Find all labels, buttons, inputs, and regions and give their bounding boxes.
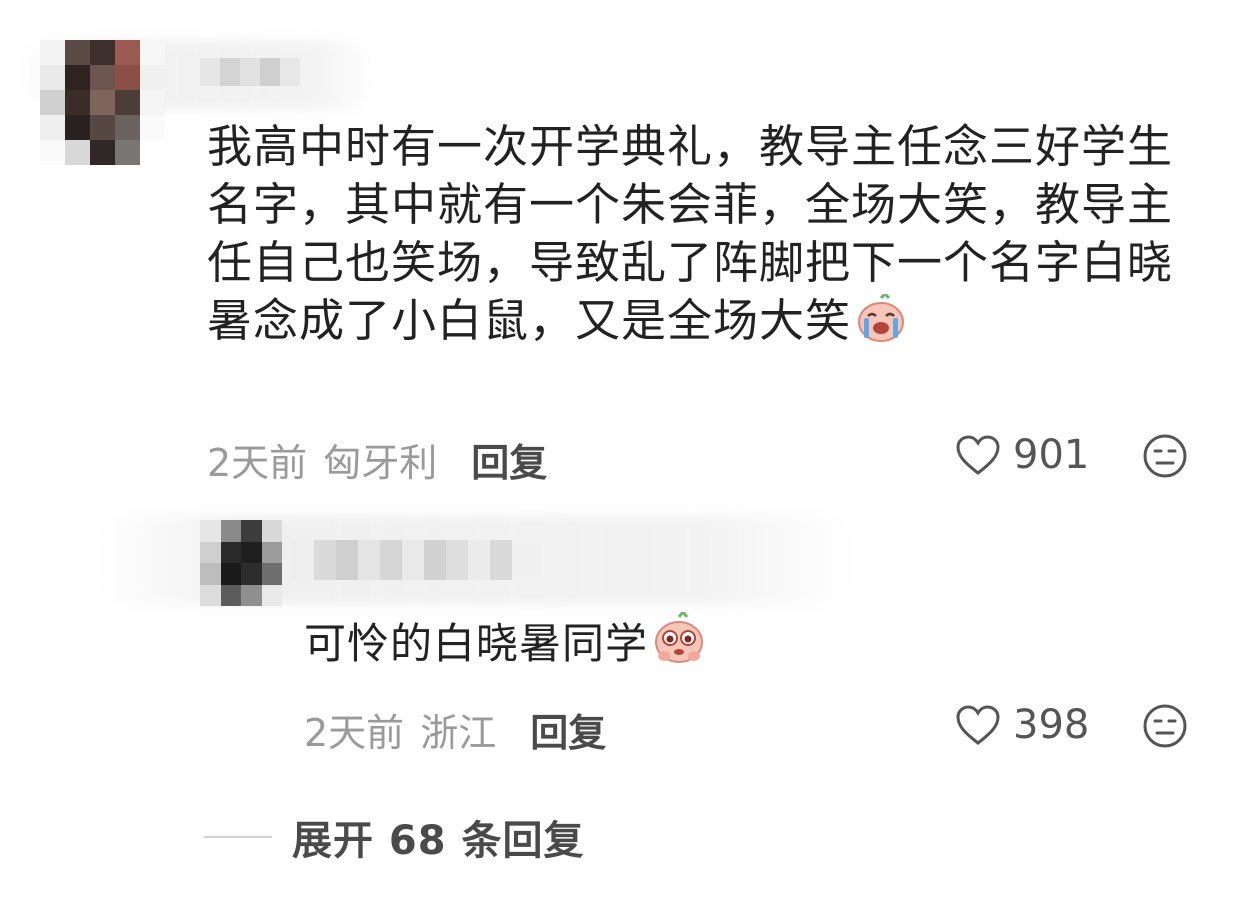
reply-dislike-button[interactable] xyxy=(1142,703,1188,753)
reply-location: 浙江 xyxy=(420,711,497,755)
like-count: 901 xyxy=(1013,432,1090,478)
reply-reply-button[interactable]: 回复 xyxy=(530,702,606,757)
expand-replies-button[interactable]: 展开 68 条回复 xyxy=(204,808,585,866)
reply-button[interactable]: 回复 xyxy=(471,432,547,487)
reply-username[interactable] xyxy=(292,540,542,580)
avatar[interactable] xyxy=(40,40,165,165)
meh-face-icon xyxy=(1143,704,1187,748)
laugh-crying-emoji xyxy=(855,291,907,356)
comment-meta: 2天前 匈牙利 回复 xyxy=(207,432,547,487)
dislike-button[interactable] xyxy=(1142,433,1188,483)
comment-body: 我高中时有一次开学典礼，教导主任念三好学生名字，其中就有一个朱会菲，全场大笑，教… xyxy=(207,118,1207,356)
reply-time: 2天前 xyxy=(304,711,405,755)
comment-location: 匈牙利 xyxy=(323,441,438,485)
comment-time: 2天前 xyxy=(207,441,308,485)
heart-icon xyxy=(956,705,1000,745)
reply-like-count: 398 xyxy=(1013,702,1090,748)
teary-eyed-emoji xyxy=(652,609,706,679)
meh-face-icon xyxy=(1143,434,1187,478)
reply-body: 可怜的白晓暑同学 xyxy=(304,609,706,679)
reply-meta: 2天前 浙江 回复 xyxy=(304,702,606,757)
comment-text: 我高中时有一次开学典礼，教导主任念三好学生名字，其中就有一个朱会菲，全场大笑，教… xyxy=(207,120,1174,347)
heart-icon xyxy=(956,435,1000,475)
like-button[interactable]: 901 xyxy=(955,432,1089,478)
reply-avatar[interactable] xyxy=(200,520,282,606)
expand-replies-label: 展开 68 条回复 xyxy=(292,818,585,864)
reply-text: 可怜的白晓暑同学 xyxy=(304,619,649,668)
reply-like-button[interactable]: 398 xyxy=(955,702,1089,748)
expand-divider xyxy=(204,836,272,838)
username[interactable] xyxy=(200,58,300,86)
